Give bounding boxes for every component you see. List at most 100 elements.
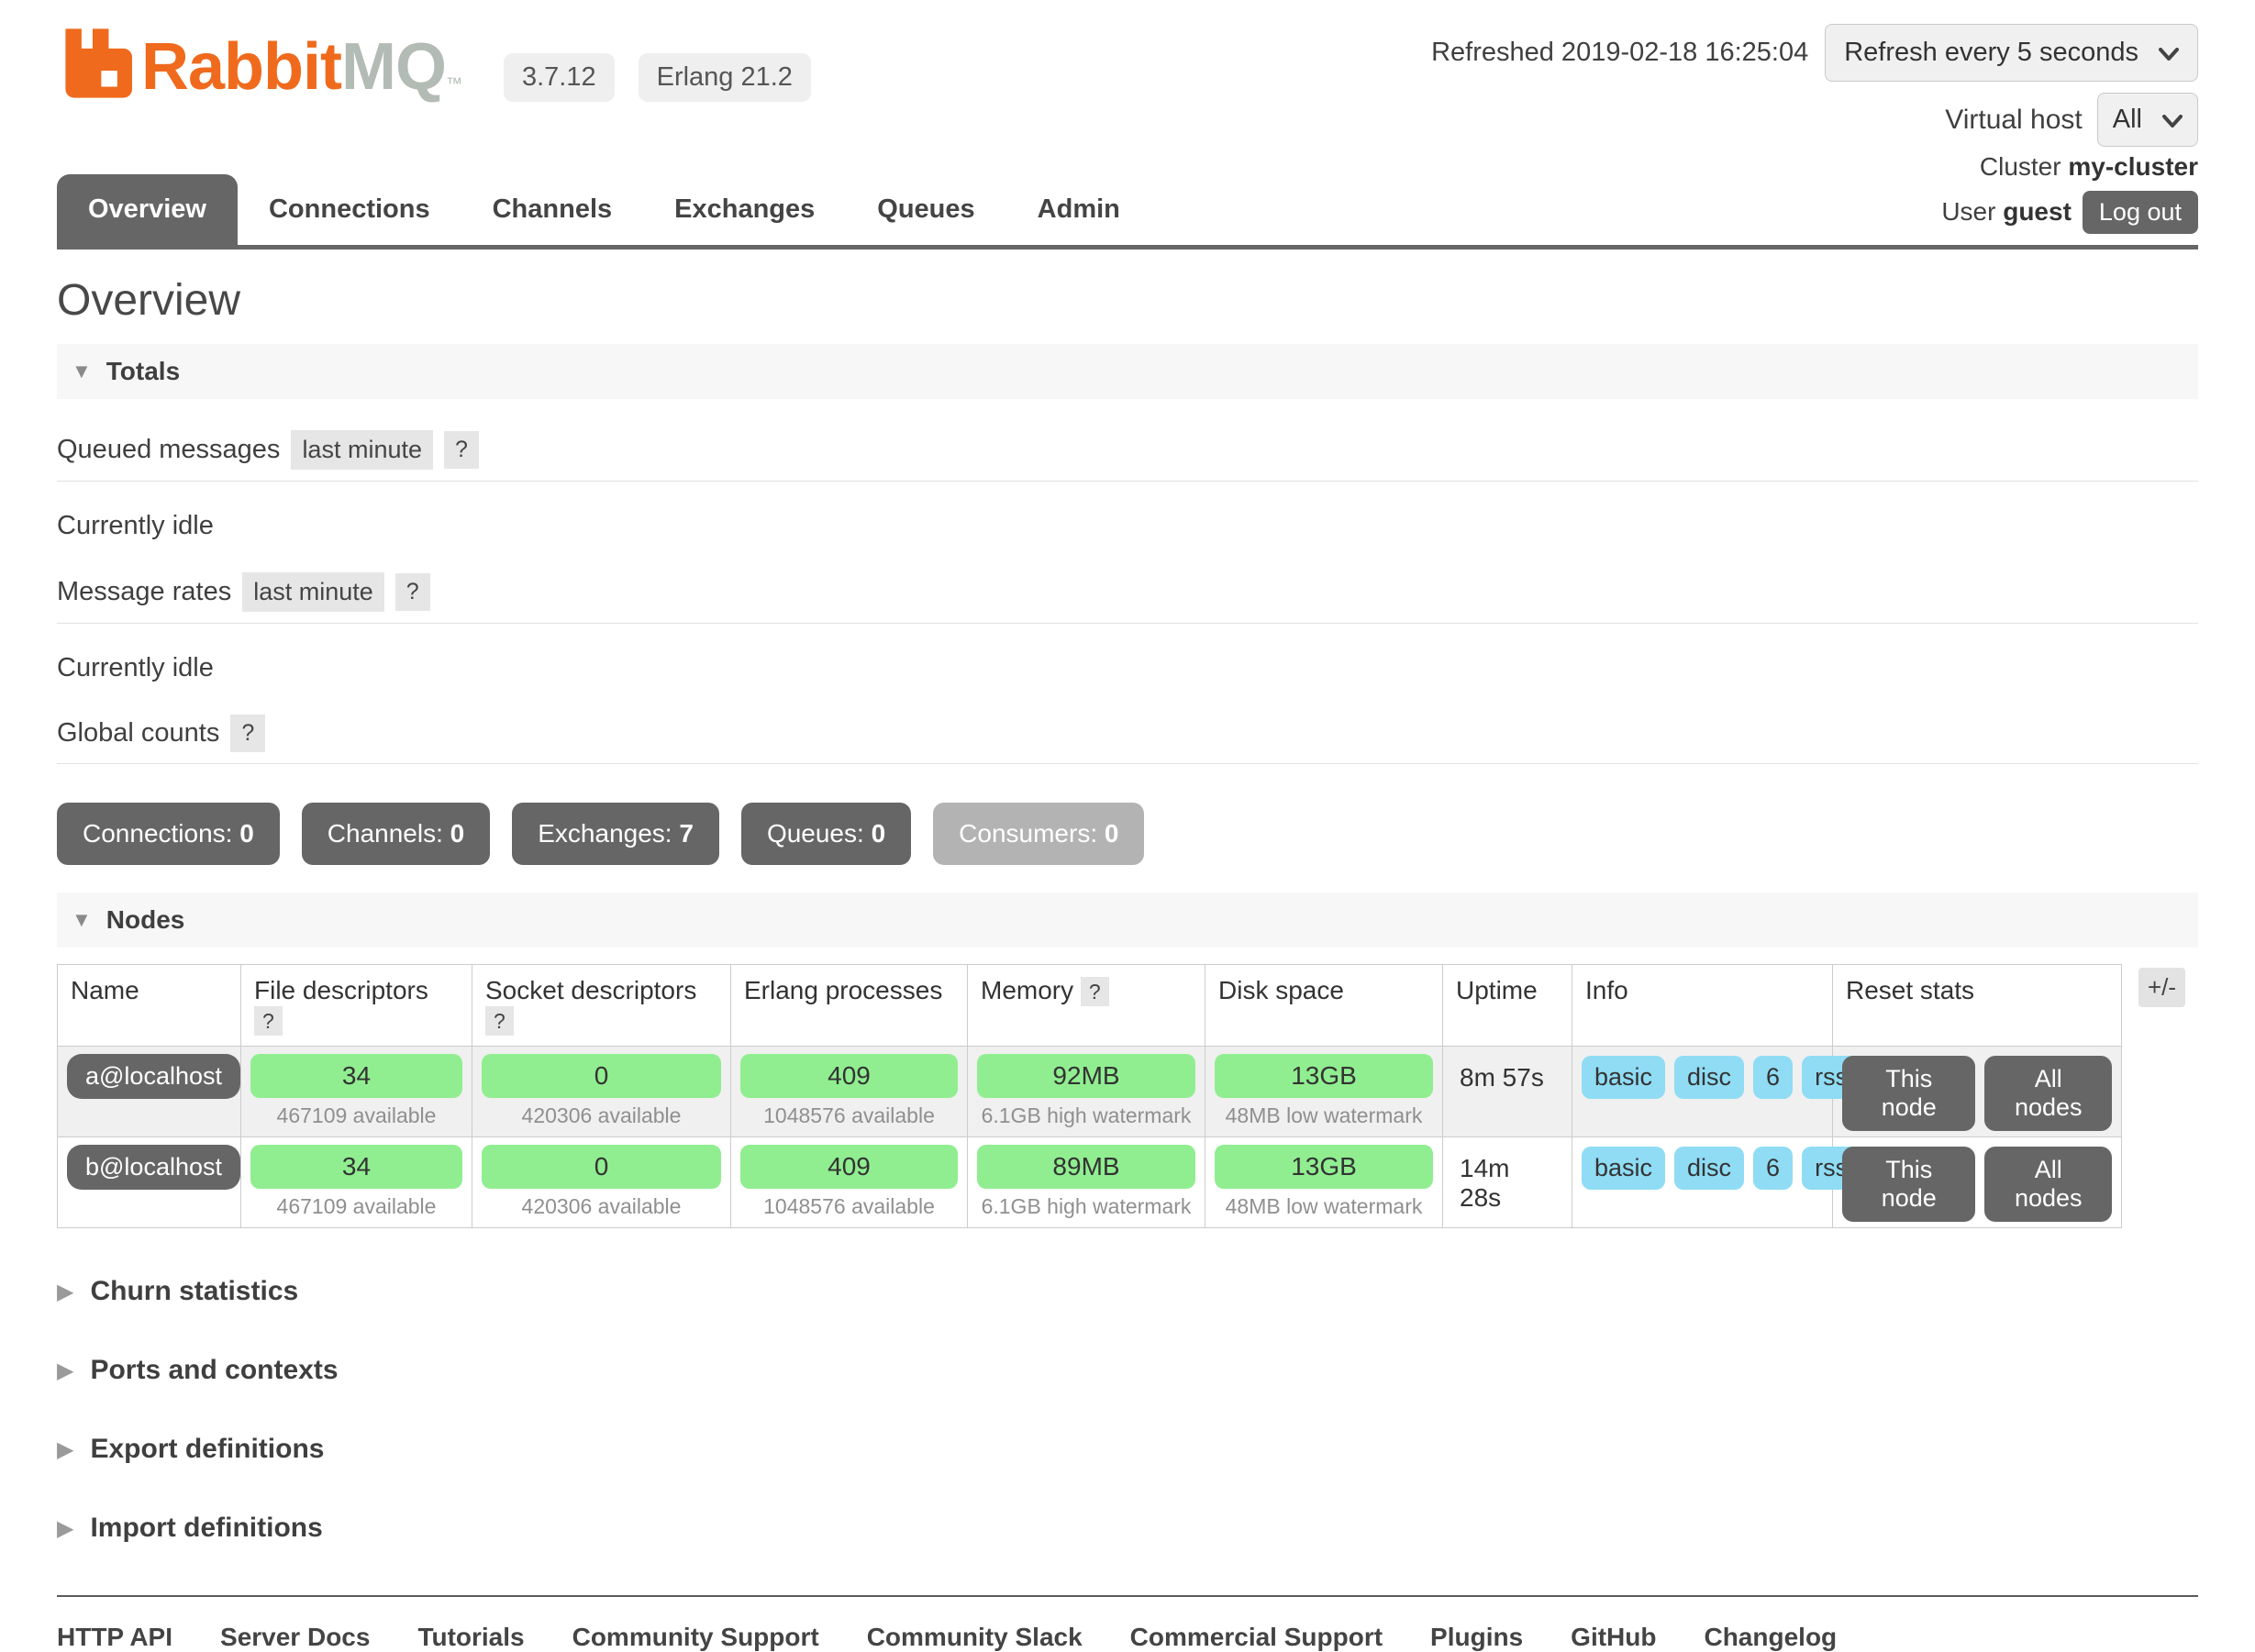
sd-stat-sub: 420306 available	[482, 1103, 721, 1128]
reset-this-node-button[interactable]: This node	[1842, 1056, 1975, 1131]
header: RabbitMQ™ 3.7.12 Erlang 21.2 Refreshed 2…	[57, 0, 2198, 147]
footer-link-community-support[interactable]: Community Support	[572, 1623, 819, 1652]
expand-triangle-icon: ▶	[57, 1358, 73, 1384]
cluster-name: my-cluster	[2068, 152, 2198, 181]
fd-help-icon[interactable]: ?	[254, 1006, 283, 1036]
refresh-interval-select[interactable]: Refresh every 5 seconds	[1825, 24, 2198, 82]
node-name-badge[interactable]: a@localhost	[67, 1054, 240, 1099]
memory-stat-sub: 6.1GB high watermark	[977, 1194, 1195, 1219]
disk-stat-sub: 48MB low watermark	[1215, 1103, 1433, 1128]
node-row-b: b@localhost 34467109 available 0420306 a…	[58, 1137, 2122, 1228]
logout-button[interactable]: Log out	[2083, 191, 2198, 234]
nodes-table: Name File descriptors ? Socket descripto…	[57, 964, 2122, 1228]
totals-section-header[interactable]: ▼ Totals	[57, 344, 2198, 399]
exchanges-count-button[interactable]: Exchanges: 7	[512, 803, 719, 865]
user-name: guest	[2003, 197, 2072, 226]
footer-link-tutorials[interactable]: Tutorials	[417, 1623, 524, 1652]
tab-channels[interactable]: Channels	[461, 174, 644, 245]
rabbitmq-rabbit-icon	[57, 24, 136, 109]
disk-stat: 13GB	[1215, 1145, 1433, 1189]
column-toggle-button[interactable]: +/-	[2138, 968, 2185, 1007]
global-counts-label: Global counts	[57, 718, 219, 748]
queues-count-button[interactable]: Queues: 0	[741, 803, 911, 865]
trademark-symbol: ™	[446, 74, 461, 93]
footer-link-commercial-support[interactable]: Commercial Support	[1130, 1623, 1383, 1652]
rabbitmq-wordmark: RabbitMQ™	[141, 34, 461, 100]
ports-and-contexts-section[interactable]: ▶ Ports and contexts	[57, 1355, 2198, 1386]
tab-queues[interactable]: Queues	[846, 174, 1005, 245]
col-file-descriptors: File descriptors ?	[241, 965, 472, 1047]
expand-triangle-icon: ▶	[57, 1279, 73, 1305]
import-definitions-section[interactable]: ▶ Import definitions	[57, 1513, 2198, 1544]
reset-all-nodes-button[interactable]: All nodes	[1984, 1056, 2112, 1131]
col-name: Name	[58, 965, 241, 1047]
footer-link-http-api[interactable]: HTTP API	[57, 1623, 172, 1652]
footer-link-changelog[interactable]: Changelog	[1704, 1623, 1837, 1652]
rates-idle-status: Currently idle	[57, 653, 2198, 683]
tab-admin[interactable]: Admin	[1006, 174, 1151, 245]
disk-stat-sub: 48MB low watermark	[1215, 1194, 1433, 1219]
footer-link-plugins[interactable]: Plugins	[1430, 1623, 1523, 1652]
version-badge: 3.7.12	[504, 53, 615, 102]
col-reset-stats: Reset stats	[1833, 965, 2122, 1047]
info-badge-count: 6	[1753, 1147, 1793, 1190]
node-row-a: a@localhost 34467109 available 0420306 a…	[58, 1047, 2122, 1137]
info-badge-basic: basic	[1582, 1147, 1665, 1190]
queued-range-badge[interactable]: last minute	[291, 430, 433, 470]
proc-stat: 409	[740, 1145, 958, 1189]
tab-exchanges[interactable]: Exchanges	[643, 174, 846, 245]
sd-help-icon[interactable]: ?	[485, 1006, 514, 1036]
user-info: User guestLog out	[1941, 191, 2198, 234]
tab-connections[interactable]: Connections	[238, 174, 461, 245]
col-memory: Memory ?	[968, 965, 1205, 1047]
nav-divider	[57, 245, 2198, 249]
cluster-info: Cluster my-cluster	[1980, 152, 2198, 182]
proc-stat: 409	[740, 1054, 958, 1098]
footer-link-community-slack[interactable]: Community Slack	[867, 1623, 1083, 1652]
collapse-triangle-icon: ▼	[72, 908, 92, 932]
footer: HTTP API Server Docs Tutorials Community…	[57, 1595, 2198, 1652]
churn-statistics-section[interactable]: ▶ Churn statistics	[57, 1276, 2198, 1307]
disk-stat: 13GB	[1215, 1054, 1433, 1098]
export-definitions-section[interactable]: ▶ Export definitions	[57, 1434, 2198, 1465]
virtual-host-label: Virtual host	[1945, 105, 2083, 136]
info-badge-disc: disc	[1674, 1056, 1744, 1099]
global-counts-help-icon[interactable]: ?	[230, 715, 265, 752]
node-name-badge[interactable]: b@localhost	[67, 1145, 240, 1190]
divider	[57, 481, 2198, 482]
reset-this-node-button[interactable]: This node	[1842, 1147, 1975, 1222]
queued-help-icon[interactable]: ?	[444, 431, 479, 469]
memory-help-icon[interactable]: ?	[1081, 977, 1109, 1006]
sd-stat: 0	[482, 1145, 721, 1189]
queued-idle-status: Currently idle	[57, 511, 2198, 541]
rabbitmq-logo: RabbitMQ™	[57, 24, 461, 109]
queued-messages-label: Queued messages	[57, 435, 280, 465]
erlang-version-badge: Erlang 21.2	[639, 53, 811, 102]
channels-count-button[interactable]: Channels: 0	[302, 803, 490, 865]
memory-stat: 92MB	[977, 1054, 1195, 1098]
tab-overview[interactable]: Overview	[57, 174, 238, 245]
consumers-count-button[interactable]: Consumers: 0	[933, 803, 1144, 865]
chevron-down-icon	[2162, 105, 2183, 135]
reset-all-nodes-button[interactable]: All nodes	[1984, 1147, 2112, 1222]
divider	[57, 763, 2198, 764]
nodes-section-header[interactable]: ▼ Nodes	[57, 893, 2198, 948]
footer-link-server-docs[interactable]: Server Docs	[220, 1623, 370, 1652]
virtual-host-select[interactable]: All	[2097, 93, 2198, 147]
rates-range-badge[interactable]: last minute	[242, 572, 384, 612]
collapse-triangle-icon: ▼	[72, 360, 92, 383]
fd-stat-sub: 467109 available	[250, 1103, 462, 1128]
footer-link-github[interactable]: GitHub	[1571, 1623, 1656, 1652]
main-nav: Overview Connections Channels Exchanges …	[57, 174, 1151, 245]
page-title: Overview	[57, 275, 2198, 326]
col-uptime: Uptime	[1443, 965, 1572, 1047]
proc-stat-sub: 1048576 available	[740, 1194, 958, 1219]
info-badge-disc: disc	[1674, 1147, 1744, 1190]
sd-stat: 0	[482, 1054, 721, 1098]
expand-triangle-icon: ▶	[57, 1515, 73, 1542]
nodes-table-header-row: Name File descriptors ? Socket descripto…	[58, 965, 2122, 1047]
rates-help-icon[interactable]: ?	[395, 573, 430, 611]
connections-count-button[interactable]: Connections: 0	[57, 803, 280, 865]
info-badge-basic: basic	[1582, 1056, 1665, 1099]
uptime-value: 8m 57s	[1452, 1054, 1562, 1092]
